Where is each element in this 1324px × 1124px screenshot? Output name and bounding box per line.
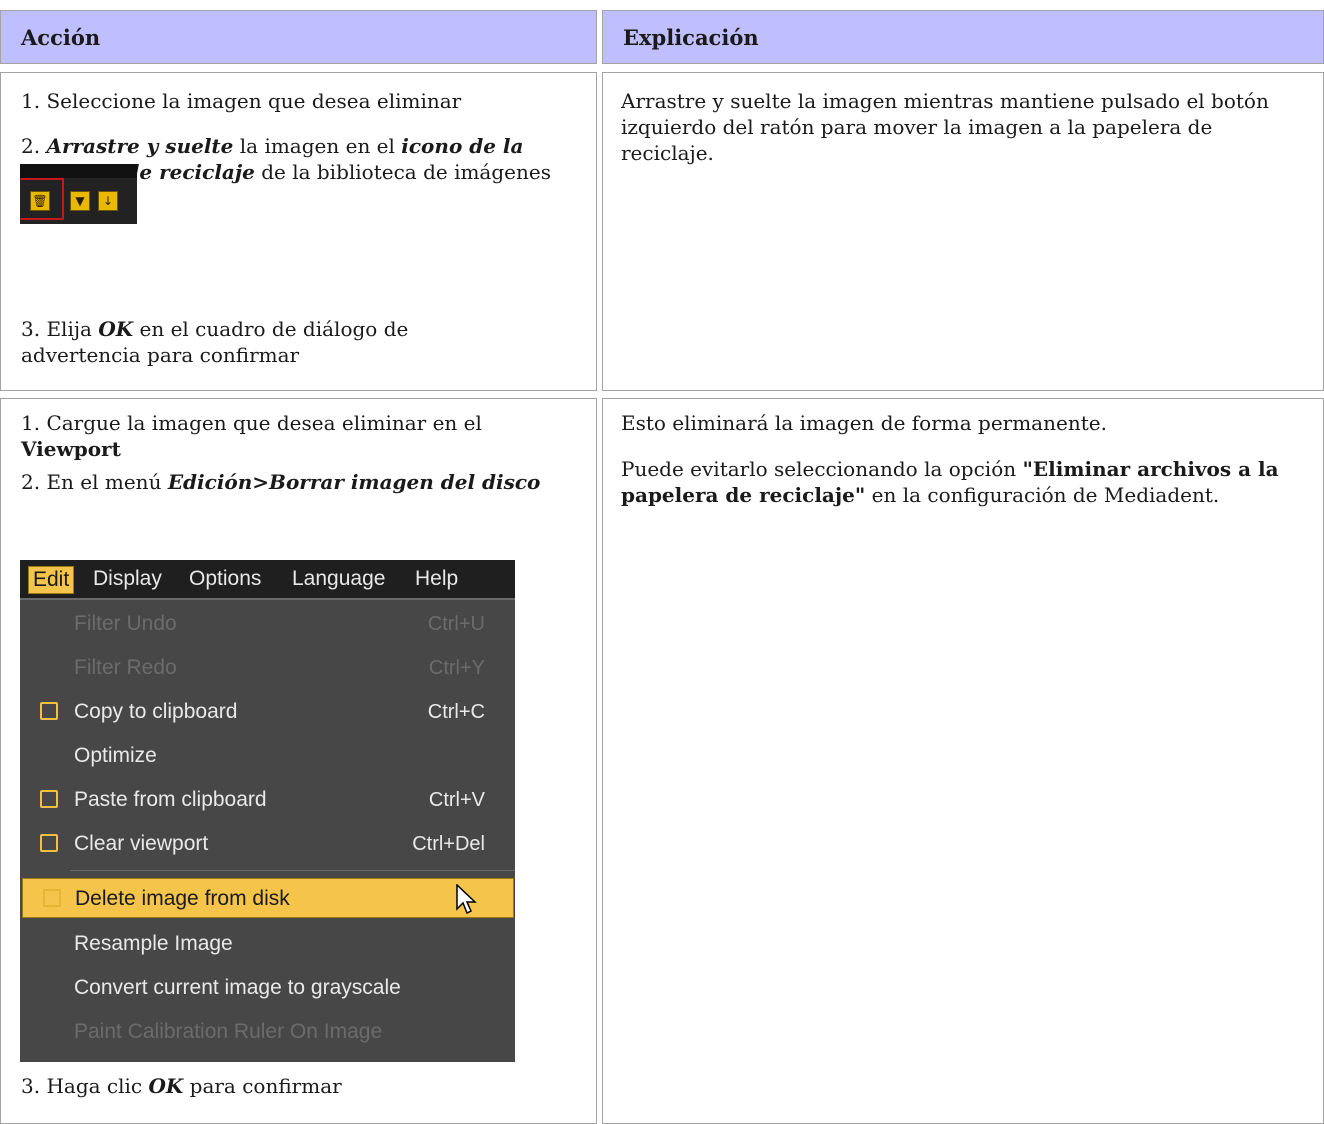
row2-step2: 2. En el menú Edición>Borrar imagen del … [21,470,541,494]
row2-step1: 1. Cargue la imagen que desea eliminar e… [21,411,482,461]
menu-display: Display [93,567,162,590]
menu-item-resample-image: Resample Image [74,932,233,955]
library-toolbar-image: 🗑 ▼ ↓ [20,164,137,224]
row1-step1: 1. Seleccione la imagen que desea elimin… [21,89,462,113]
header-explicacion: Explicación [602,10,1324,64]
mouse-cursor-icon [456,884,477,915]
copy-icon [40,702,58,720]
row2-explanation-cell: Esto eliminará la imagen de forma perman… [602,398,1324,1124]
delete-icon [43,889,61,907]
menu-item-filter-undo: Filter Undo Ctrl+U [74,612,485,635]
trash-icon: 🗑 [30,191,50,211]
header-accion-label: Acción [21,25,101,50]
menu-separator [70,870,515,871]
paste-icon [40,790,58,808]
clear-icon [40,834,58,852]
edit-menu-image: Edit Display Options Language Help Filte… [20,560,515,1062]
menu-item-delete-image-from-disk: Delete image from disk [22,878,514,918]
menu-item-optimize: Optimize [74,744,157,767]
menu-item-convert-grayscale: Convert current image to grayscale [74,976,401,999]
row1-explanation: Arrastre y suelte la imagen mientras man… [621,89,1269,165]
menubar: Edit Display Options Language Help [20,560,515,600]
filter-icon: ▼ [70,191,90,211]
menu-options: Options [189,567,262,590]
header-explicacion-label: Explicación [623,25,759,50]
header-accion: Acción [0,10,597,64]
document: Acción Explicación 1. Seleccione la imag… [0,0,1324,1124]
row1-explanation-cell: Arrastre y suelte la imagen mientras man… [602,72,1324,391]
download-arrow-icon: ↓ [98,191,118,211]
menu-item-copy-to-clipboard: Copy to clipboard Ctrl+C [20,692,515,732]
menu-language: Language [292,567,386,590]
menu-item-paste-from-clipboard: Paste from clipboard Ctrl+V [20,780,515,820]
menu-item-paint-calibration-ruler: Paint Calibration Ruler On Image [74,1020,383,1043]
menu-edit: Edit [28,566,75,594]
row1-step3: 3. Elija OK en el cuadro de diálogo de a… [21,317,409,367]
menu-help: Help [415,567,459,590]
row2-step3: 3. Haga clic OK para confirmar [21,1074,342,1098]
row1-action-cell: 1. Seleccione la imagen que desea elimin… [0,72,597,391]
row2-explanation-1: Esto eliminará la imagen de forma perman… [621,411,1107,435]
menu-item-clear-viewport: Clear viewport Ctrl+Del [20,824,515,864]
menu-item-filter-redo: Filter Redo Ctrl+Y [74,656,485,679]
row2-explanation-2: Puede evitarlo seleccionando la opción "… [621,457,1279,507]
